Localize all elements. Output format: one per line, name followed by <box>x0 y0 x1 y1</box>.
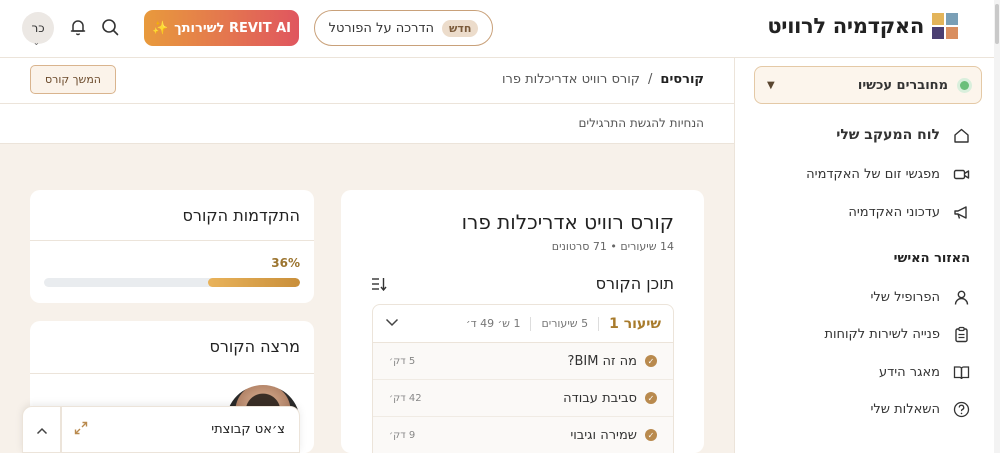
right-sidebar: מחוברים עכשיו ▼ לוח המעקב שלי מפגשי זום … <box>734 58 1000 453</box>
lesson-row[interactable]: ✓ סביבת עבודה 42 דק׳ <box>373 380 673 417</box>
check-icon: ✓ <box>645 429 657 441</box>
progress-title: התקדמות הקורס <box>182 206 300 225</box>
sidebar-item-label: הפרופיל שלי <box>870 289 940 305</box>
lesson-row-duration: 9 דק׳ <box>389 429 416 441</box>
personal-area-heading: האזור האישי <box>893 251 970 266</box>
user-icon <box>952 288 970 306</box>
chevron-down-icon[interactable] <box>385 317 399 330</box>
search-icon[interactable] <box>99 16 121 38</box>
megaphone-icon <box>952 203 970 221</box>
bell-icon[interactable] <box>67 16 89 38</box>
expand-chat-button[interactable] <box>61 406 99 453</box>
progress-bar-fill <box>207 278 300 287</box>
breadcrumb-current: קורס רוויט אדריכלות פרו <box>501 72 641 87</box>
revit-ai-label: REVIT AI לשירותך <box>174 20 292 36</box>
group-chat-widget: צ׳אט קבוצתי <box>22 406 300 453</box>
course-title: קורס רוויט אדריכלות פרו <box>461 210 674 234</box>
group-chat-label[interactable]: צ׳אט קבוצתי <box>99 422 299 437</box>
breadcrumb: קורסים / קורס רוויט אדריכלות פרו <box>502 72 704 87</box>
guidelines-link[interactable]: הנחיות להגשת התרגילים <box>578 116 704 130</box>
progress-bar <box>44 278 300 287</box>
lesson-duration: 1 ש׳ 49 ד׳ <box>466 317 521 330</box>
lesson-row-duration: 42 דק׳ <box>389 392 422 404</box>
lesson-header[interactable]: שיעור 1 5 שיעורים 1 ש׳ 49 ד׳ <box>373 305 673 343</box>
breadcrumb-separator: / <box>648 72 653 87</box>
course-meta: 14 שיעורים • 71 סרטונים <box>551 240 674 253</box>
sidebar-item-label: עדכוני האקדמיה <box>848 204 940 220</box>
sidebar-item-profile[interactable]: הפרופיל שלי <box>870 288 970 306</box>
guidelines-bar: הנחיות להגשת התרגילים <box>0 104 734 144</box>
divider <box>30 240 314 241</box>
sidebar-item-updates[interactable]: עדכוני האקדמיה <box>848 203 970 221</box>
divider <box>30 373 314 374</box>
progress-percent: 36% <box>271 256 300 270</box>
logo-text: האקדמיה לרוויט <box>767 14 924 38</box>
lesson-row[interactable]: ✓ שמירה וגיבוי 9 דק׳ <box>373 417 673 453</box>
new-badge: חדש <box>442 19 479 37</box>
book-icon <box>952 363 970 381</box>
sort-icon[interactable] <box>371 276 387 295</box>
lesson-row-name: שמירה וגיבוי <box>570 427 637 443</box>
lesson-count: 5 שיעורים <box>541 317 589 330</box>
sidebar-item-questions[interactable]: השאלות שלי <box>870 400 970 418</box>
course-progress-card: התקדמות הקורס 36% <box>30 190 314 303</box>
sidebar-item-label: לוח המעקב שלי <box>836 127 940 143</box>
course-content-title: תוכן הקורס <box>595 274 674 293</box>
avatar-initials: כר <box>31 21 45 35</box>
expand-icon <box>74 420 88 439</box>
breadcrumb-root[interactable]: קורסים <box>660 72 704 87</box>
lesson-title: שיעור 1 <box>609 315 661 332</box>
sidebar-item-zoom[interactable]: מפגשי זום של האקדמיה <box>806 165 970 183</box>
sidebar-item-dashboard[interactable]: לוח המעקב שלי <box>836 126 970 144</box>
page-scrollbar[interactable] <box>994 0 1000 453</box>
logo[interactable]: האקדמיה לרוויט <box>767 13 958 39</box>
sidebar-item-knowledge-base[interactable]: מאגר הידע <box>879 363 970 381</box>
check-icon: ✓ <box>645 355 657 367</box>
home-icon <box>952 126 970 144</box>
chevron-down-icon[interactable]: ⌄ <box>33 38 40 47</box>
portal-tour-button[interactable]: חדש הדרכה על הפורטל <box>314 10 493 46</box>
sparkle-icon: ✨ <box>151 20 169 36</box>
revit-ai-button[interactable]: REVIT AI לשירותך ✨ <box>144 10 299 46</box>
continue-course-button[interactable]: המשך קורס <box>30 65 116 94</box>
lecturer-title: מרצה הקורס <box>209 337 300 356</box>
sidebar-item-label: מפגשי זום של האקדמיה <box>806 166 940 182</box>
question-icon <box>952 400 970 418</box>
sidebar-item-label: פנייה לשירות לקוחות <box>824 326 940 342</box>
scrollbar-thumb[interactable] <box>995 4 999 44</box>
online-now-dropdown[interactable]: מחוברים עכשיו ▼ <box>754 66 982 104</box>
clipboard-icon <box>952 325 970 343</box>
online-now-label: מחוברים עכשיו <box>857 77 948 93</box>
sidebar-item-label: מאגר הידע <box>879 364 940 380</box>
course-card: קורס רוויט אדריכלות פרו 14 שיעורים • 71 … <box>341 190 704 453</box>
divider <box>530 316 532 331</box>
lesson-row-name: מה זה BIM? <box>567 353 637 369</box>
lesson-row-name: סביבת עבודה <box>563 390 637 406</box>
caret-down-icon: ▼ <box>767 79 775 91</box>
course-breadcrumb-bar: קורסים / קורס רוויט אדריכלות פרו המשך קו… <box>0 58 734 104</box>
portal-tour-label: הדרכה על הפורטל <box>328 20 435 36</box>
logo-mark-icon <box>932 13 958 39</box>
sidebar-item-label: השאלות שלי <box>870 401 940 417</box>
lesson-row[interactable]: ✓ מה זה BIM? 5 דק׳ <box>373 343 673 380</box>
check-icon: ✓ <box>645 392 657 404</box>
chevron-up-icon <box>36 420 48 439</box>
top-header: האקדמיה לרוויט חדש הדרכה על הפורטל REVIT… <box>0 0 1000 58</box>
video-icon <box>952 165 970 183</box>
sidebar-item-support[interactable]: פנייה לשירות לקוחות <box>824 325 970 343</box>
lesson-accordion: שיעור 1 5 שיעורים 1 ש׳ 49 ד׳ ✓ מה זה BIM… <box>372 304 674 453</box>
collapse-chat-button[interactable] <box>23 406 61 453</box>
divider <box>598 316 600 331</box>
lesson-row-duration: 5 דק׳ <box>389 355 416 367</box>
online-status-icon <box>960 80 969 90</box>
